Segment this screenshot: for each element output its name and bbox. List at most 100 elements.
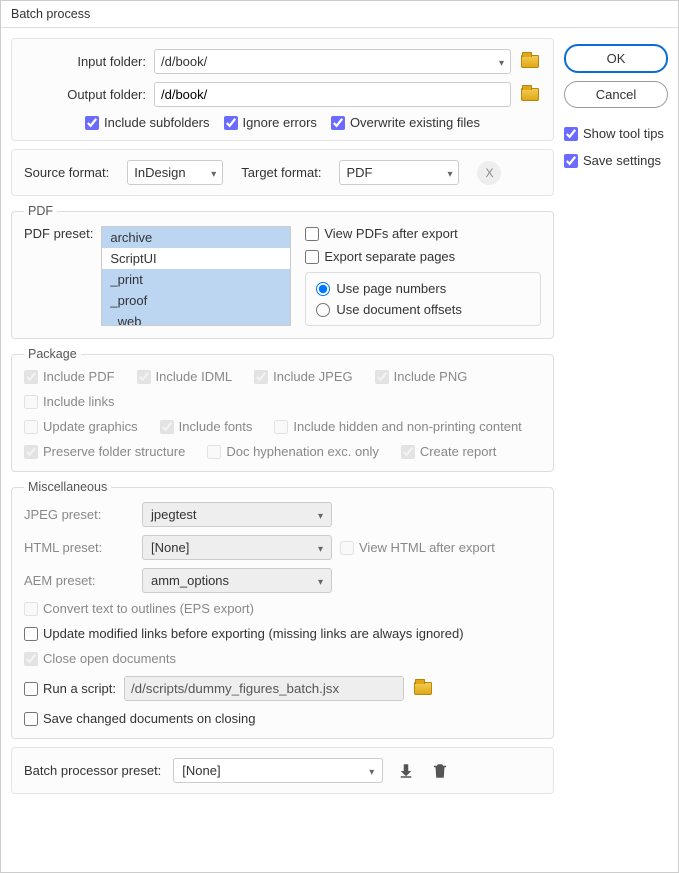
convert-outlines-checkbox[interactable]: Convert text to outlines (EPS export)	[24, 601, 541, 616]
include-hidden-checkbox[interactable]: Include hidden and non-printing content	[274, 419, 521, 434]
delete-preset-button[interactable]	[429, 761, 451, 781]
view-html-label: View HTML after export	[359, 540, 495, 555]
target-format-value: PDF	[346, 165, 372, 180]
folder-icon	[414, 682, 432, 695]
overwrite-files-checkbox[interactable]: Overwrite existing files	[331, 115, 480, 130]
aem-preset-select[interactable]: amm_options	[142, 568, 332, 593]
close-docs-checkbox[interactable]: Close open documents	[24, 651, 541, 666]
html-preset-select[interactable]: [None]	[142, 535, 332, 560]
list-item[interactable]: _web	[102, 311, 290, 326]
list-item[interactable]: _proof	[102, 290, 290, 311]
save-settings-checkbox[interactable]: Save settings	[564, 153, 668, 168]
misc-legend: Miscellaneous	[24, 480, 111, 494]
clear-format-button[interactable]: X	[477, 161, 501, 185]
list-item[interactable]: _print	[102, 269, 290, 290]
save-preset-button[interactable]	[395, 761, 417, 781]
trash-icon	[431, 762, 449, 780]
cancel-button[interactable]: Cancel	[564, 81, 668, 108]
create-report-checkbox[interactable]: Create report	[401, 444, 497, 459]
output-folder-input[interactable]	[154, 82, 511, 107]
jpeg-preset-label: JPEG preset:	[24, 507, 134, 522]
ignore-errors-label: Ignore errors	[243, 115, 317, 130]
include-links-checkbox[interactable]: Include links	[24, 394, 115, 409]
list-item[interactable]: ScriptUI	[102, 248, 290, 269]
chevron-down-icon	[318, 540, 323, 555]
chevron-down-icon	[441, 165, 452, 180]
include-idml-checkbox[interactable]: Include IDML	[137, 369, 233, 384]
convert-outlines-label: Convert text to outlines (EPS export)	[43, 601, 254, 616]
run-script-checkbox[interactable]: Run a script:	[24, 681, 116, 696]
export-separate-pages-checkbox[interactable]: Export separate pages	[305, 249, 541, 264]
update-links-checkbox[interactable]: Update modified links before exporting (…	[24, 626, 541, 641]
include-subfolders-checkbox[interactable]: Include subfolders	[85, 115, 210, 130]
pdf-preset-label: PDF preset:	[24, 226, 93, 326]
chevron-down-icon	[318, 573, 323, 588]
target-format-select[interactable]: PDF	[339, 160, 459, 185]
html-preset-label: HTML preset:	[24, 540, 134, 555]
use-page-numbers-label: Use page numbers	[336, 281, 446, 296]
pdf-preset-listbox[interactable]: archive ScriptUI _print _proof _web	[101, 226, 291, 326]
include-jpeg-checkbox[interactable]: Include JPEG	[254, 369, 353, 384]
include-png-label: Include PNG	[394, 369, 468, 384]
browse-output-folder-button[interactable]	[519, 85, 541, 105]
batch-preset-value: [None]	[182, 763, 220, 778]
batch-process-window: Batch process Input folder: /d/book/ Out…	[0, 0, 679, 873]
html-preset-value: [None]	[151, 540, 189, 555]
chevron-down-icon	[369, 763, 374, 778]
browse-script-button[interactable]	[412, 679, 434, 699]
batch-preset-panel: Batch processor preset: [None]	[11, 747, 554, 794]
batch-preset-label: Batch processor preset:	[24, 763, 161, 778]
doc-hyphenation-checkbox[interactable]: Doc hyphenation exc. only	[207, 444, 378, 459]
include-links-label: Include links	[43, 394, 115, 409]
folders-panel: Input folder: /d/book/ Output folder:	[11, 38, 554, 141]
script-path-input[interactable]	[124, 676, 404, 701]
list-item[interactable]: archive	[102, 227, 290, 248]
include-pdf-label: Include PDF	[43, 369, 115, 384]
update-graphics-label: Update graphics	[43, 419, 138, 434]
create-report-label: Create report	[420, 444, 497, 459]
use-document-offsets-label: Use document offsets	[336, 302, 462, 317]
view-pdfs-label: View PDFs after export	[324, 226, 457, 241]
jpeg-preset-value: jpegtest	[151, 507, 197, 522]
input-folder-value: /d/book/	[161, 54, 207, 69]
include-jpeg-label: Include JPEG	[273, 369, 353, 384]
view-pdfs-checkbox[interactable]: View PDFs after export	[305, 226, 541, 241]
source-format-label: Source format:	[24, 165, 109, 180]
include-hidden-label: Include hidden and non-printing content	[293, 419, 521, 434]
input-folder-combo[interactable]: /d/book/	[154, 49, 511, 74]
chevron-down-icon	[493, 54, 504, 69]
show-tool-tips-checkbox[interactable]: Show tool tips	[564, 126, 668, 141]
use-document-offsets-radio[interactable]: Use document offsets	[316, 302, 530, 317]
ignore-errors-checkbox[interactable]: Ignore errors	[224, 115, 317, 130]
package-legend: Package	[24, 347, 81, 361]
page-number-radio-group: Use page numbers Use document offsets	[305, 272, 541, 326]
save-changed-docs-label: Save changed documents on closing	[43, 711, 255, 726]
chevron-down-icon	[318, 507, 323, 522]
include-fonts-checkbox[interactable]: Include fonts	[160, 419, 253, 434]
source-format-select[interactable]: InDesign	[127, 160, 223, 185]
target-format-label: Target format:	[241, 165, 321, 180]
view-html-checkbox[interactable]: View HTML after export	[340, 540, 495, 555]
folder-icon	[521, 55, 539, 68]
save-icon	[397, 762, 415, 780]
ok-button[interactable]: OK	[564, 44, 668, 73]
pdf-legend: PDF	[24, 204, 57, 218]
jpeg-preset-select[interactable]: jpegtest	[142, 502, 332, 527]
output-folder-label: Output folder:	[24, 87, 146, 102]
preserve-structure-checkbox[interactable]: Preserve folder structure	[24, 444, 185, 459]
save-changed-docs-checkbox[interactable]: Save changed documents on closing	[24, 711, 541, 726]
batch-preset-select[interactable]: [None]	[173, 758, 383, 783]
include-pdf-checkbox[interactable]: Include PDF	[24, 369, 115, 384]
aem-preset-value: amm_options	[151, 573, 229, 588]
browse-input-folder-button[interactable]	[519, 52, 541, 72]
aem-preset-label: AEM preset:	[24, 573, 134, 588]
update-links-label: Update modified links before exporting (…	[43, 626, 464, 641]
update-graphics-checkbox[interactable]: Update graphics	[24, 419, 138, 434]
format-panel: Source format: InDesign Target format: P…	[11, 149, 554, 196]
include-png-checkbox[interactable]: Include PNG	[375, 369, 468, 384]
doc-hyphenation-label: Doc hyphenation exc. only	[226, 444, 378, 459]
chevron-down-icon	[205, 165, 216, 180]
overwrite-files-label: Overwrite existing files	[350, 115, 480, 130]
close-docs-label: Close open documents	[43, 651, 176, 666]
use-page-numbers-radio[interactable]: Use page numbers	[316, 281, 530, 296]
